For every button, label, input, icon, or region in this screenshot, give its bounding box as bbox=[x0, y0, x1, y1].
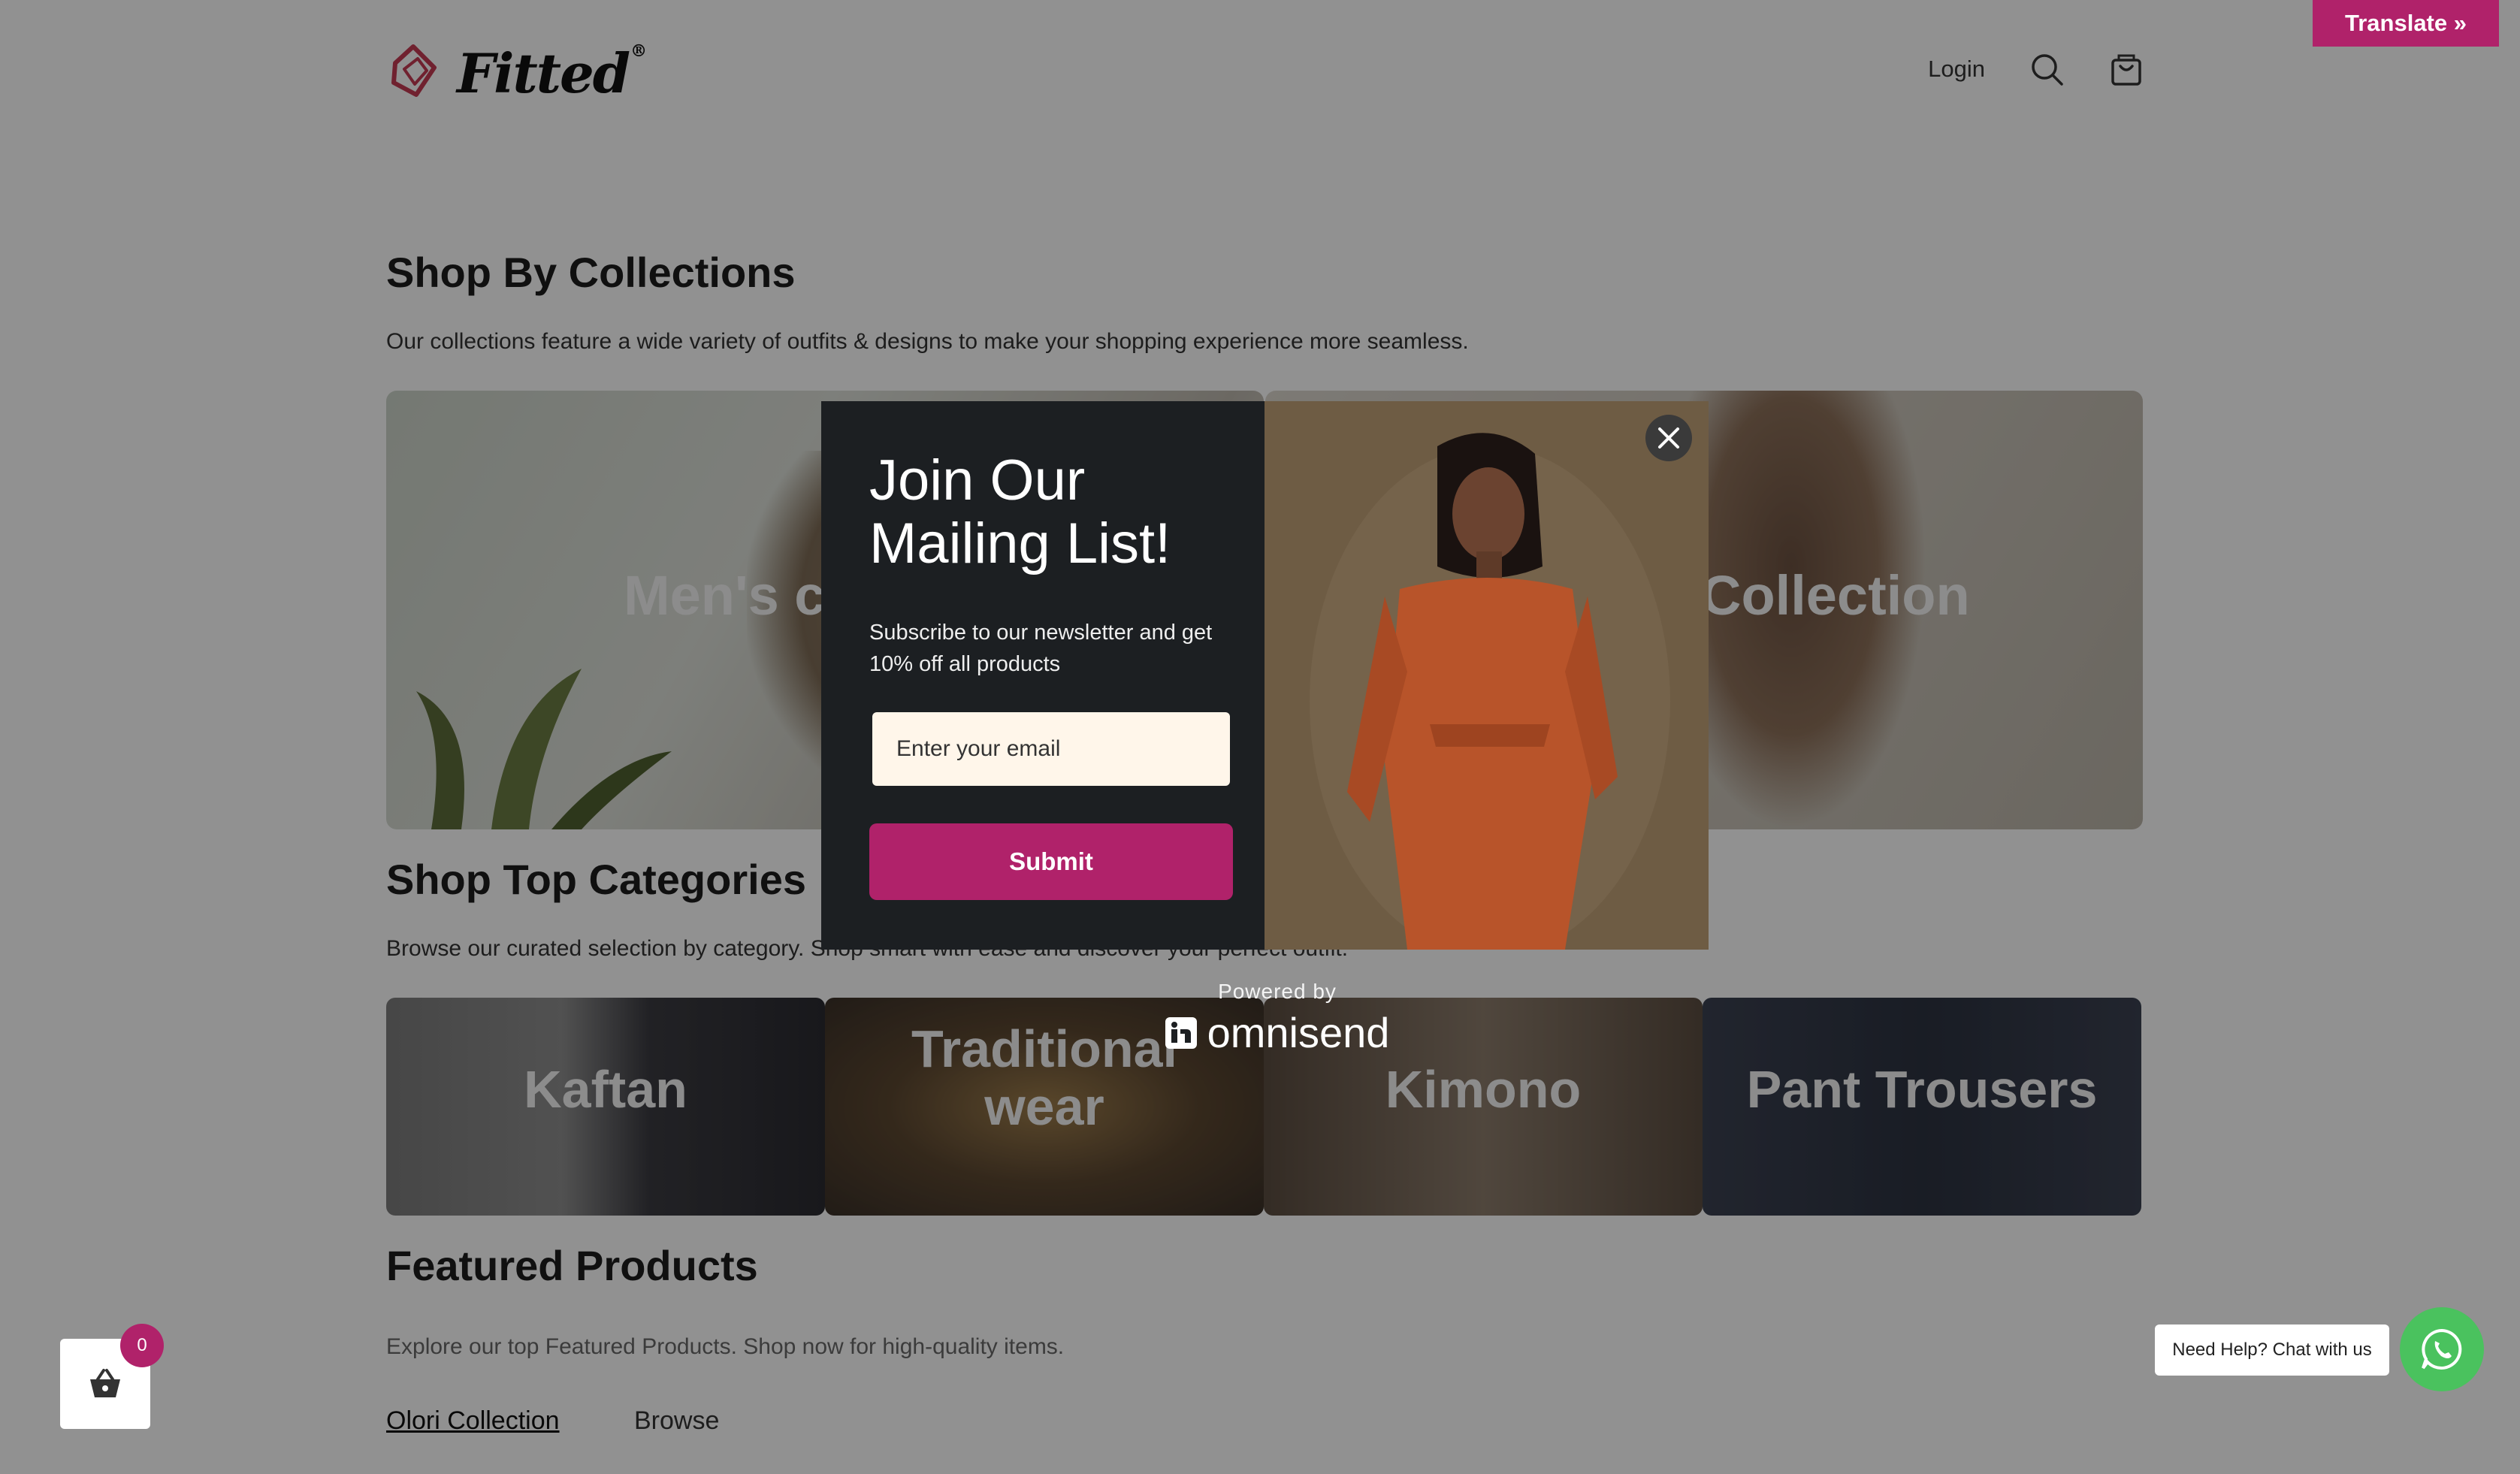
whatsapp-button[interactable] bbox=[2400, 1307, 2484, 1391]
email-field[interactable] bbox=[872, 712, 1230, 786]
omnisend-text: omnisend bbox=[1207, 1009, 1390, 1056]
cart-count-badge: 0 bbox=[120, 1324, 164, 1367]
omnisend-brand: omnisend bbox=[1142, 1008, 1413, 1057]
chat-help-bubble[interactable]: Need Help? Chat with us bbox=[2155, 1324, 2389, 1376]
close-icon bbox=[1658, 427, 1679, 449]
model-image bbox=[1265, 401, 1709, 950]
mailing-list-modal: Join Our Mailing List! Subscribe to our … bbox=[821, 401, 1709, 950]
close-button[interactable] bbox=[1645, 415, 1692, 461]
submit-button[interactable]: Submit bbox=[869, 823, 1233, 900]
powered-by-label: Powered by bbox=[1218, 980, 1337, 1003]
modal-model-photo bbox=[1265, 401, 1709, 950]
omnisend-logo-icon bbox=[1165, 1016, 1197, 1049]
modal-form-panel: Join Our Mailing List! Subscribe to our … bbox=[821, 401, 1265, 950]
modal-title: Join Our Mailing List! bbox=[869, 449, 1171, 575]
basket-icon bbox=[90, 1369, 120, 1397]
translate-button[interactable]: Translate » bbox=[2313, 0, 2499, 47]
modal-subtitle: Subscribe to our newsletter and get 10% … bbox=[869, 621, 1213, 677]
whatsapp-icon bbox=[2422, 1328, 2462, 1370]
powered-by-omnisend[interactable]: Powered by omnisend bbox=[1142, 980, 1413, 1057]
